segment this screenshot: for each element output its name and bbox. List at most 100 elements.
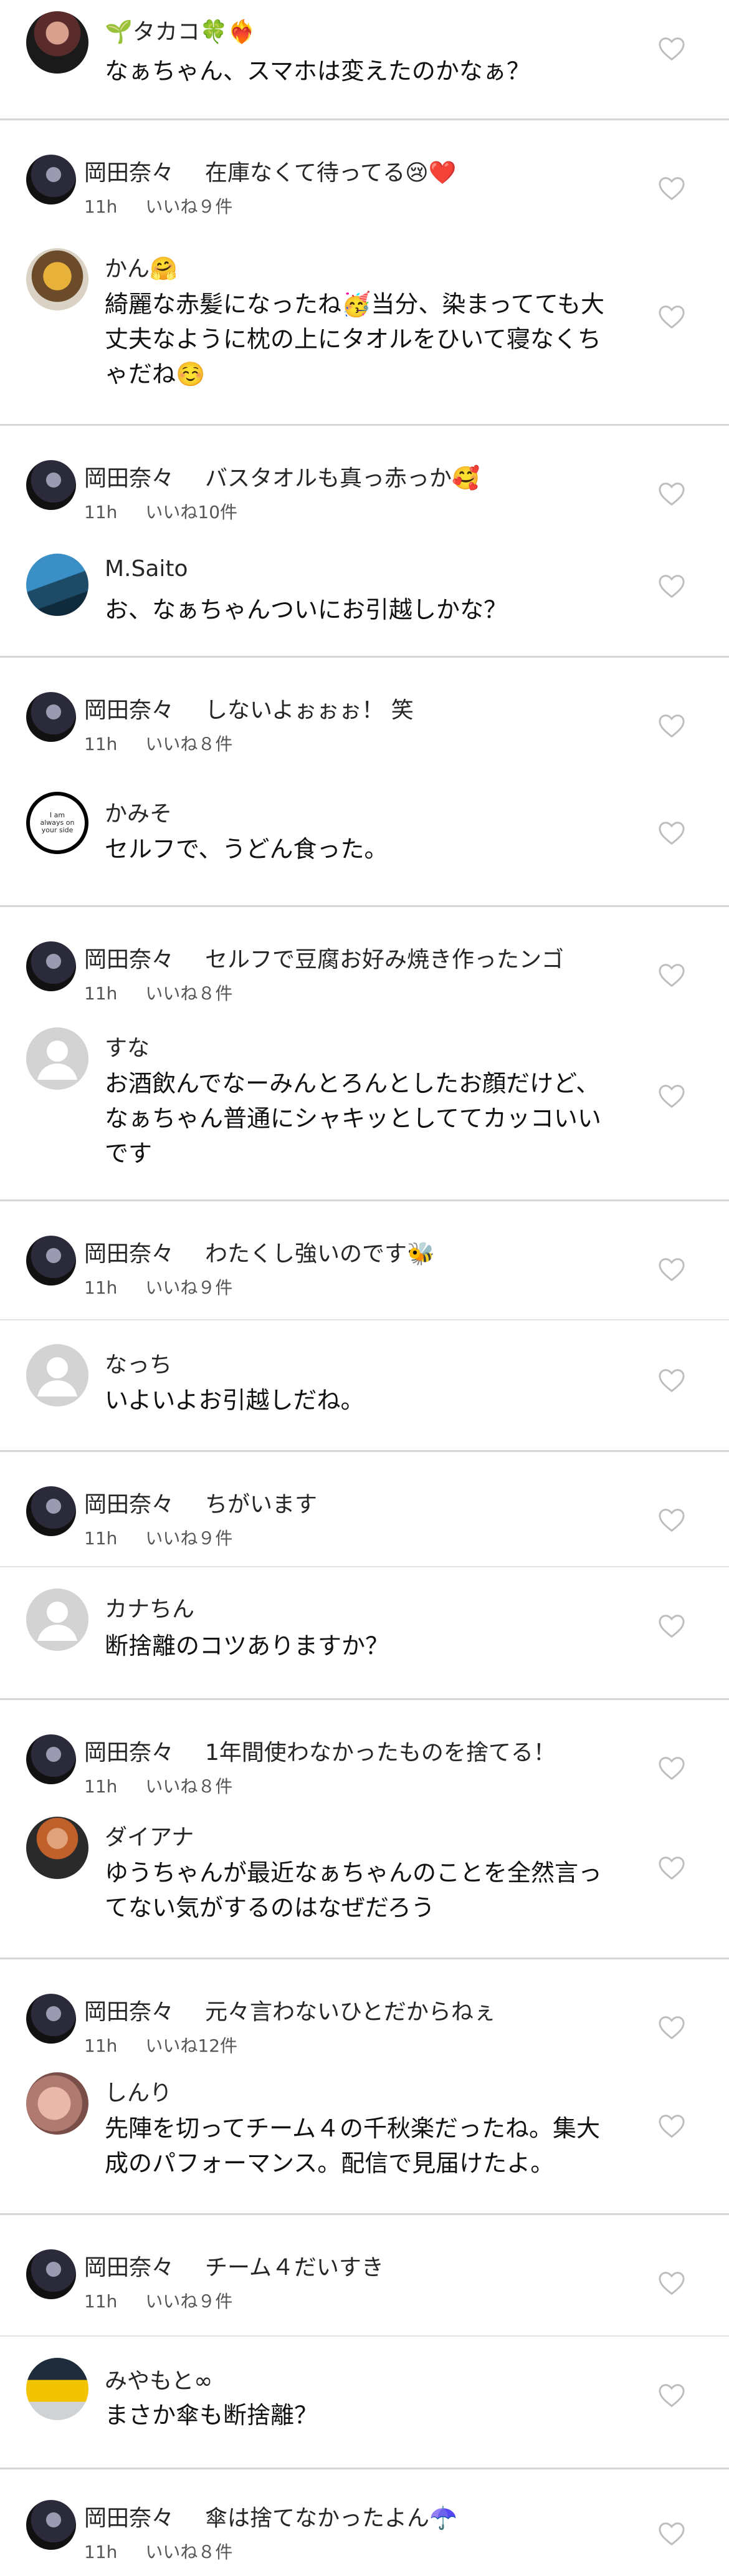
timestamp: 11h [84, 502, 118, 522]
avatar[interactable] [26, 155, 76, 204]
reply-meta: 11h いいね８件 [84, 731, 232, 756]
reply-meta: 11h いいね８件 [84, 980, 232, 1005]
reply-text: 1年間使わなかったものを捨てる！ [205, 1740, 556, 1766]
reply-author[interactable]: 岡田奈々 [84, 2255, 174, 2280]
reply-author[interactable]: 岡田奈々 [84, 1740, 174, 1766]
reply-meta: 11h いいね８件 [84, 1773, 232, 1798]
avatar[interactable] [26, 248, 88, 310]
like-heart-icon[interactable] [658, 1368, 685, 1393]
avatar[interactable] [26, 1027, 88, 1090]
reply-meta: 11h いいね10件 [84, 499, 237, 524]
avatar[interactable] [26, 11, 88, 74]
comment-author[interactable]: かみそ [105, 795, 172, 828]
like-heart-icon[interactable] [658, 304, 685, 329]
like-heart-icon[interactable] [658, 963, 685, 988]
default-avatar-icon [37, 1040, 77, 1080]
comment-author[interactable]: すな [105, 1030, 150, 1062]
like-heart-icon[interactable] [658, 1507, 685, 1532]
like-heart-icon[interactable] [658, 2521, 685, 2546]
avatar[interactable] [26, 1588, 88, 1651]
reply-line: 岡田奈々 セルフで豆腐お好み焼き作ったンゴ [84, 941, 564, 974]
reply-line: 岡田奈々 在庫なくて待ってる😢❤️ [84, 155, 457, 187]
like-count[interactable]: いいね12件 [145, 2035, 237, 2056]
like-heart-icon[interactable] [658, 1613, 685, 1638]
comment-text: 断捨離のコツありますか？ [105, 1632, 389, 1660]
like-heart-icon[interactable] [658, 574, 685, 598]
avatar[interactable] [26, 692, 76, 742]
comment-author[interactable]: かん🤗 [105, 251, 178, 283]
avatar[interactable] [26, 1817, 88, 1879]
timestamp: 11h [84, 196, 118, 217]
avatar[interactable] [26, 2072, 88, 2135]
reply-author[interactable]: 岡田奈々 [84, 1492, 174, 1517]
comment-author[interactable]: みやもと∞ [105, 2363, 212, 2395]
comment-text: 先陣を切ってチーム４の千秋楽だったね。集大 [105, 2115, 600, 2142]
like-count[interactable]: いいね８件 [145, 1776, 232, 1797]
like-count[interactable]: いいね８件 [145, 2542, 232, 2562]
avatar[interactable] [26, 460, 76, 510]
thread-separator [0, 1199, 729, 1201]
like-count[interactable]: いいね８件 [145, 983, 232, 1004]
like-count[interactable]: いいね９件 [145, 1528, 232, 1549]
like-heart-icon[interactable] [658, 713, 685, 738]
timestamp: 11h [84, 1277, 118, 1298]
avatar[interactable] [26, 2500, 76, 2550]
like-heart-icon[interactable] [658, 481, 685, 506]
reply-line: 岡田奈々 しないよぉぉぉ！ 笑 [84, 692, 414, 724]
avatar[interactable] [26, 554, 88, 616]
comment-author[interactable]: 🌱タカコ🍀❤️‍🔥 [105, 14, 255, 46]
reply-author[interactable]: 岡田奈々 [84, 698, 174, 723]
thread-separator [0, 905, 729, 907]
avatar[interactable] [26, 1734, 76, 1784]
like-count[interactable]: いいね９件 [145, 2291, 232, 2312]
like-count[interactable]: いいね10件 [145, 502, 237, 522]
reply-author[interactable]: 岡田奈々 [84, 1241, 174, 1267]
like-heart-icon[interactable] [658, 2383, 685, 2408]
avatar[interactable] [26, 2358, 88, 2420]
reply-author[interactable]: 岡田奈々 [84, 160, 174, 186]
reply-meta: 11h いいね９件 [84, 193, 232, 218]
like-heart-icon[interactable] [658, 36, 685, 61]
reply-author[interactable]: 岡田奈々 [84, 947, 174, 973]
like-heart-icon[interactable] [658, 820, 685, 845]
reply-text: バスタオルも真っ赤っか🥰 [205, 466, 480, 491]
like-heart-icon[interactable] [658, 176, 685, 201]
avatar[interactable] [26, 1344, 88, 1406]
comment-text: てない気がするのはなぜだろう [105, 1894, 435, 1921]
avatar[interactable]: I am always on your side [26, 792, 88, 854]
like-heart-icon[interactable] [658, 2015, 685, 2040]
like-heart-icon[interactable] [658, 1756, 685, 1781]
like-heart-icon[interactable] [658, 2271, 685, 2295]
thread-separator [0, 1566, 729, 1567]
like-heart-icon[interactable] [658, 1084, 685, 1108]
like-count[interactable]: いいね８件 [145, 734, 232, 754]
avatar[interactable] [26, 941, 76, 991]
comment-author[interactable]: しんり [105, 2075, 172, 2107]
reply-author[interactable]: 岡田奈々 [84, 1999, 174, 2025]
avatar-caption: I am always on your side [40, 811, 75, 834]
like-count[interactable]: いいね９件 [145, 1277, 232, 1298]
avatar[interactable] [26, 1236, 76, 1286]
comment-text: 成のパフォーマンス。配信で見届けたよ。 [105, 2150, 555, 2177]
reply-author[interactable]: 岡田奈々 [84, 466, 174, 491]
like-heart-icon[interactable] [658, 1855, 685, 1880]
reply-author[interactable]: 岡田奈々 [84, 2506, 174, 2531]
like-count[interactable]: いいね９件 [145, 196, 232, 217]
avatar[interactable] [26, 1994, 76, 2044]
reply-line: 岡田奈々 1年間使わなかったものを捨てる！ [84, 1734, 556, 1767]
comment-text: お酒飲んでなーみんとろんとしたお顔だけど、 [105, 1070, 600, 1097]
timestamp: 11h [84, 1776, 118, 1797]
reply-meta: 11h いいね９件 [84, 2288, 232, 2313]
like-heart-icon[interactable] [658, 2113, 685, 2138]
comment-text: ゆうちゃんが最近なぁちゃんのことを全然言っ [105, 1859, 603, 1886]
avatar[interactable] [26, 1486, 76, 1536]
timestamp: 11h [84, 2291, 118, 2312]
comment-author[interactable]: カナちん [105, 1591, 194, 1623]
thread-separator [0, 2335, 729, 2337]
comment-author[interactable]: なっち [105, 1347, 172, 1379]
comment-author[interactable]: M.Saito [105, 556, 188, 582]
avatar[interactable] [26, 2249, 76, 2299]
thread-separator [0, 1450, 729, 1452]
like-heart-icon[interactable] [658, 1257, 685, 1282]
comment-author[interactable]: ダイアナ [105, 1819, 194, 1852]
